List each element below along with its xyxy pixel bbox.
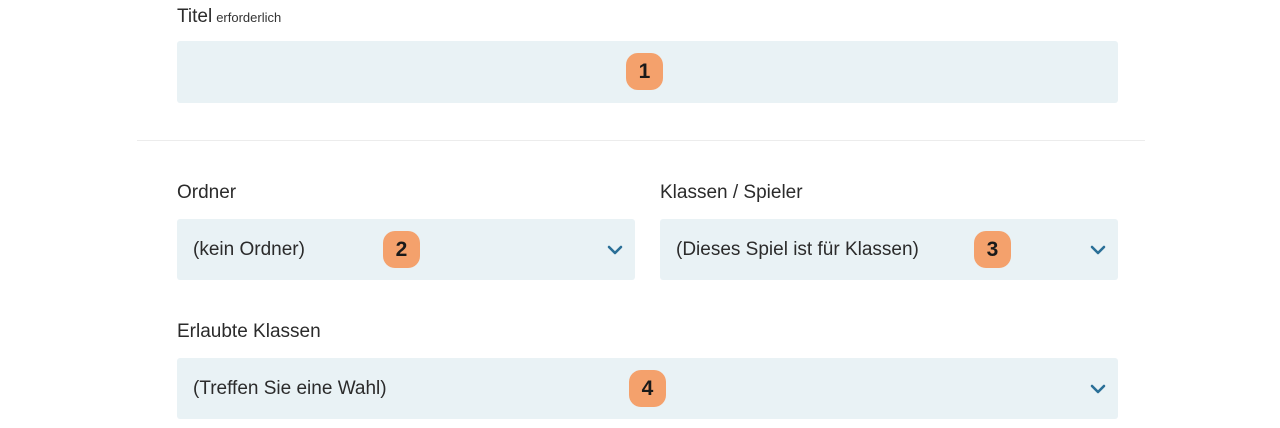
section-divider bbox=[137, 140, 1145, 141]
annotation-badge-4: 4 bbox=[629, 370, 666, 407]
players-select-value: (Dieses Spiel ist für Klassen) bbox=[676, 238, 919, 260]
players-label: Klassen / Spieler bbox=[660, 182, 803, 203]
classes-select[interactable]: (Treffen Sie eine Wahl) 4 bbox=[177, 358, 1118, 419]
annotation-badge-2: 2 bbox=[383, 231, 420, 268]
chevron-down-icon bbox=[1090, 245, 1106, 255]
chevron-down-icon bbox=[1090, 384, 1106, 394]
classes-select-value: (Treffen Sie eine Wahl) bbox=[193, 377, 387, 399]
title-input[interactable]: 1 bbox=[177, 41, 1118, 103]
annotation-badge-3: 3 bbox=[974, 231, 1011, 268]
players-select[interactable]: (Dieses Spiel ist für Klassen) 3 bbox=[660, 219, 1118, 280]
classes-label: Erlaubte Klassen bbox=[177, 321, 321, 342]
title-label-text: Titel bbox=[177, 6, 213, 27]
title-label: Titel erforderlich bbox=[177, 6, 281, 29]
folder-select[interactable]: (kein Ordner) 2 bbox=[177, 219, 635, 280]
annotation-badge-1: 1 bbox=[626, 53, 663, 90]
chevron-down-icon bbox=[607, 245, 623, 255]
folder-label: Ordner bbox=[177, 182, 237, 203]
required-hint: erforderlich bbox=[216, 10, 282, 25]
folder-select-value: (kein Ordner) bbox=[193, 238, 305, 260]
